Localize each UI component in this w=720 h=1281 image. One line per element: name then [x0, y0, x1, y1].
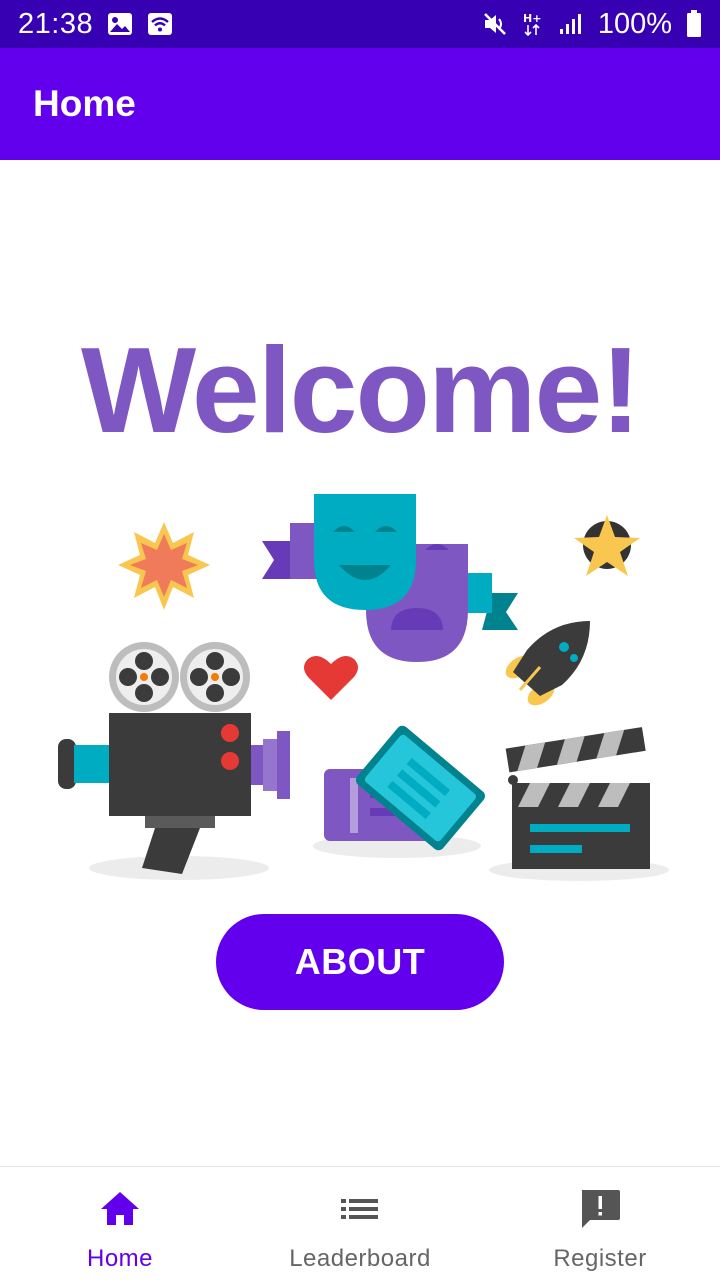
image-icon: [108, 13, 133, 35]
bottom-navigation: Home Leaderboard Register: [0, 1166, 720, 1281]
signal-icon: [559, 14, 581, 34]
theater-masks-icon: [262, 494, 518, 662]
tickets-icon: [313, 725, 485, 858]
status-bar: 21:38 H+ 100%: [0, 0, 720, 48]
status-time: 21:38: [18, 7, 94, 40]
movie-illustration: [58, 494, 669, 881]
status-left: 21:38: [18, 8, 173, 41]
nav-label-register: Register: [553, 1245, 647, 1272]
nav-item-leaderboard[interactable]: Leaderboard: [240, 1167, 480, 1281]
nav-label-home: Home: [86, 1245, 154, 1272]
rocket-icon: [505, 621, 590, 706]
battery-percent: 100%: [597, 7, 672, 40]
list-icon: [341, 1199, 378, 1219]
film-camera-icon: [58, 642, 290, 880]
nav-item-home[interactable]: Home: [0, 1167, 240, 1281]
about-button[interactable]: ABOUT: [216, 914, 504, 1010]
welcome-heading: Welcome!: [80, 322, 641, 458]
svg-text:H+: H+: [523, 12, 541, 25]
heart-icon: [304, 655, 358, 700]
page-title: Home: [33, 83, 136, 124]
feedback-icon: [582, 1190, 620, 1228]
nav-label-leaderboard: Leaderboard: [289, 1245, 431, 1272]
home-icon: [101, 1192, 139, 1225]
h-plus-icon: H+: [523, 12, 541, 37]
wifi-icon: [148, 13, 173, 35]
star-icon: [574, 515, 640, 576]
battery-icon: [687, 10, 701, 37]
status-right: H+ 100%: [482, 8, 702, 41]
app-bar: Home: [0, 48, 720, 160]
mute-icon: [483, 13, 506, 35]
nav-item-register[interactable]: Register: [480, 1167, 720, 1281]
explosion-icon: [118, 522, 210, 610]
clapperboard-icon: [489, 727, 669, 881]
